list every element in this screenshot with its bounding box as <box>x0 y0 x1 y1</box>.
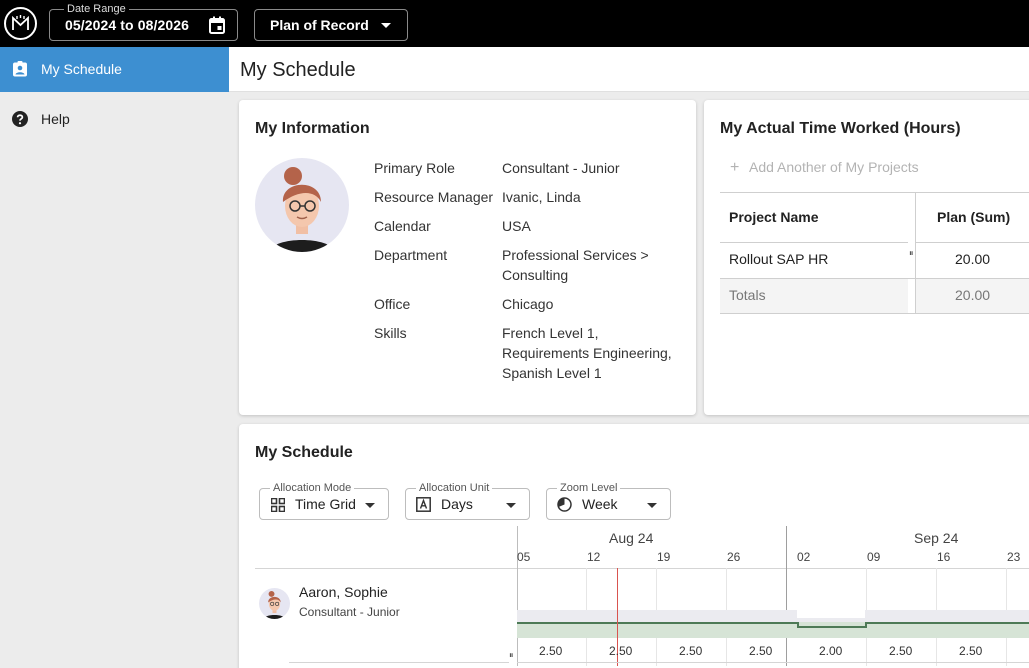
project-name-cell[interactable]: Rollout SAP HR <box>729 251 828 267</box>
top-bar: Date Range 05/2024 to 08/2026 Plan of Re… <box>0 0 1029 47</box>
allocation-value-cell[interactable]: 2.50 <box>889 644 912 658</box>
date-range-label: Date Range <box>64 3 129 15</box>
column-resize-handle[interactable]: ⏸ <box>909 248 914 259</box>
allocation-unit-label: Allocation Unit <box>416 482 493 494</box>
sidebar-item-label: Help <box>41 111 70 127</box>
schedule-time-grid: Aug 24 Sep 24 05 12 19 26 02 09 16 23 Aa… <box>255 526 1029 666</box>
column-header-project-name[interactable]: Project Name <box>729 209 818 225</box>
row-separator <box>517 662 1029 663</box>
info-value: Ivanic, Linda <box>502 189 581 205</box>
allocation-value-cell[interactable]: 2.50 <box>609 644 632 658</box>
zoom-level-value: Week <box>582 496 618 512</box>
week-label: 05 <box>517 550 531 564</box>
allocation-value-cell[interactable]: 2.00 <box>819 644 842 658</box>
allocation-value-cell[interactable]: 2.50 <box>679 644 702 658</box>
grid-header-border <box>255 568 1029 569</box>
resource-role: Consultant - Junior <box>299 605 400 619</box>
allocation-mode-select[interactable]: Allocation Mode Time Grid <box>259 482 389 520</box>
allocation-line <box>865 622 1029 624</box>
sidebar-item-help[interactable]: Help <box>0 97 229 142</box>
totals-label: Totals <box>729 287 766 303</box>
info-value: French Level 1, Requirements Engineering… <box>502 325 672 381</box>
info-label: Office <box>374 296 411 312</box>
info-label: Calendar <box>374 218 431 234</box>
week-label: 12 <box>587 550 601 564</box>
zoom-level-select[interactable]: Zoom Level Week <box>546 482 671 520</box>
sidebar-item-my-schedule[interactable]: My Schedule <box>0 47 229 92</box>
avatar <box>255 158 349 252</box>
grid-left-border <box>517 526 518 666</box>
table-border <box>720 192 1029 193</box>
allocation-value-cell[interactable]: 2.50 <box>959 644 982 658</box>
info-label: Resource Manager <box>374 189 494 205</box>
help-circle-icon <box>12 111 28 127</box>
info-value: USA <box>502 218 531 234</box>
info-value: Professional Services > Consulting <box>502 247 649 283</box>
month-label: Aug 24 <box>609 530 654 546</box>
add-icon[interactable]: + <box>730 159 739 177</box>
capacity-band <box>517 610 1029 622</box>
table-border <box>915 242 1029 243</box>
info-label: Primary Role <box>374 160 455 176</box>
app-logo[interactable] <box>4 7 37 40</box>
allocation-line <box>797 626 867 628</box>
calendar-icon[interactable] <box>209 16 225 39</box>
info-label: Department <box>374 247 448 263</box>
plan-selector-value: Plan of Record <box>270 17 369 33</box>
grid-icon <box>270 497 286 513</box>
add-project-button[interactable]: Add Another of My Projects <box>749 159 919 175</box>
card-title: My Actual Time Worked (Hours) <box>720 120 961 137</box>
totals-value: 20.00 <box>955 287 991 303</box>
info-value: Chicago <box>502 296 554 312</box>
resource-name[interactable]: Aaron, Sophie <box>299 584 388 600</box>
table-border <box>720 242 908 243</box>
allocation-mode-value: Time Grid <box>295 496 356 512</box>
table-border <box>720 313 1029 314</box>
time-zoom-icon <box>557 497 573 513</box>
allocation-value-cell[interactable]: 2.50 <box>539 644 562 658</box>
column-resize-handle[interactable]: ⏸ <box>509 650 514 661</box>
row-separator <box>289 662 509 663</box>
sidebar: My Schedule Help <box>0 47 229 668</box>
my-schedule-card: My Schedule Allocation Mode Time Grid Al… <box>239 424 1029 668</box>
sidebar-item-label: My Schedule <box>41 61 122 77</box>
capacity-gap <box>797 610 865 618</box>
page-title: My Schedule <box>240 59 356 81</box>
allocation-band[interactable] <box>517 622 1029 638</box>
info-value: Consultant - Junior <box>502 160 620 176</box>
week-label: 02 <box>797 550 811 564</box>
allocation-unit-value: Days <box>441 496 473 512</box>
chevron-down-icon <box>381 23 391 28</box>
column-header-plan-sum[interactable]: Plan (Sum) <box>937 209 1010 225</box>
card-title: My Information <box>255 120 370 137</box>
allocation-line <box>517 622 797 624</box>
card-title: My Schedule <box>255 444 353 461</box>
allocation-value-cell[interactable]: 2.50 <box>749 644 772 658</box>
actual-time-card: My Actual Time Worked (Hours) + Add Anot… <box>704 100 1029 415</box>
my-information-card: My Information Primary Role Consultant -… <box>239 100 696 415</box>
page-header: My Schedule <box>229 47 1029 92</box>
week-label: 23 <box>1007 550 1021 564</box>
info-label: Skills <box>374 325 407 341</box>
date-range-value: 05/2024 to 08/2026 <box>65 17 190 33</box>
allocation-unit-select[interactable]: Allocation Unit Days <box>405 482 530 520</box>
week-label: 09 <box>867 550 881 564</box>
week-label: 19 <box>657 550 671 564</box>
letter-a-box-icon <box>416 497 432 513</box>
plan-selector[interactable]: Plan of Record <box>254 9 408 41</box>
avatar <box>259 588 290 619</box>
chevron-down-icon <box>647 503 657 508</box>
allocation-mode-label: Allocation Mode <box>270 482 355 494</box>
zoom-level-label: Zoom Level <box>557 482 621 494</box>
date-range-field[interactable]: Date Range 05/2024 to 08/2026 <box>49 3 238 41</box>
contact-card-icon <box>12 61 28 77</box>
plan-sum-cell: 20.00 <box>955 251 991 267</box>
chevron-down-icon <box>506 503 516 508</box>
week-label: 26 <box>727 550 741 564</box>
month-divider <box>786 526 787 666</box>
week-label: 16 <box>937 550 951 564</box>
month-label: Sep 24 <box>914 530 959 546</box>
chevron-down-icon <box>365 503 375 508</box>
